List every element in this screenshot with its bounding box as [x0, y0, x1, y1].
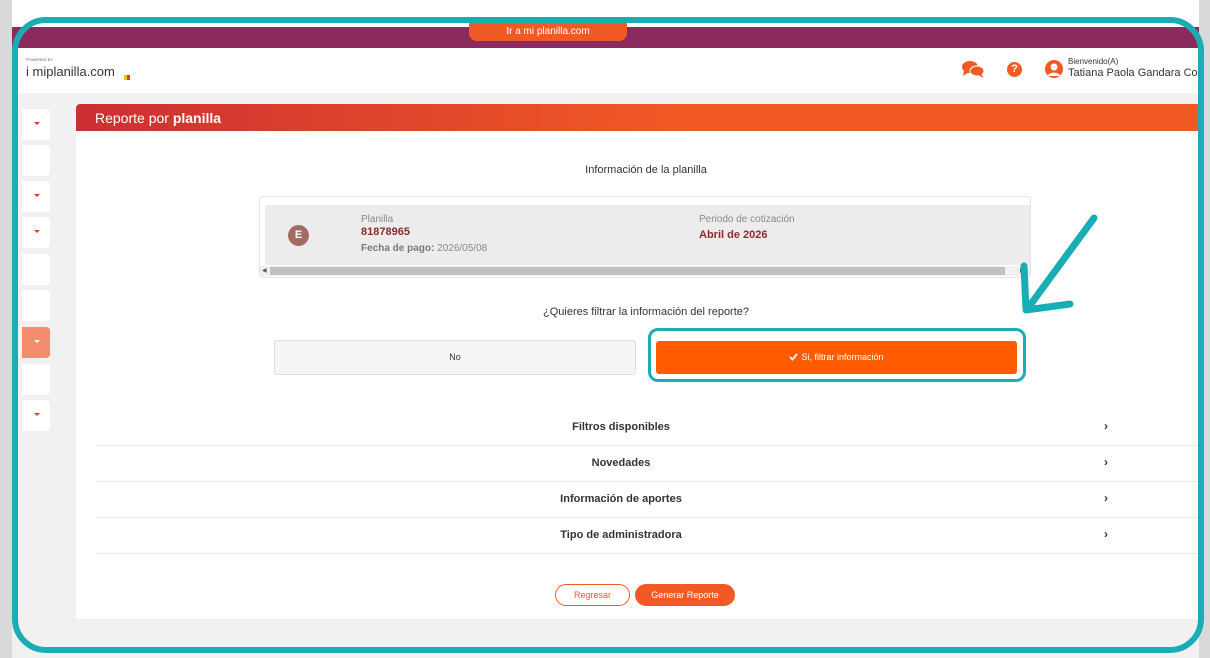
accordion-item-aportes[interactable]: Información de aportes › [96, 482, 1199, 518]
chevron-down-icon [34, 194, 40, 197]
planilla-label: Planilla [361, 214, 394, 225]
top-navbar: POWERED BY i miplanilla.com ? Bienvenido… [12, 48, 1199, 93]
promo-bar: Ir a mi planilla.com [12, 0, 1199, 48]
scroll-left-icon[interactable]: ◀ [262, 266, 267, 276]
status-badge: E [288, 225, 309, 246]
sidebar-item-4[interactable] [22, 217, 50, 248]
chat-icon[interactable] [961, 60, 985, 78]
highlight-box [648, 328, 1026, 382]
page-title-bold: planilla [172, 110, 222, 126]
report-panel: Reporte por planilla Información de la p… [76, 104, 1199, 619]
sidebar-item-9[interactable] [22, 400, 50, 431]
accordion-label: Tipo de administradora [560, 529, 682, 541]
sidebar-item-3[interactable] [22, 181, 50, 212]
sidebar-item-6[interactable] [22, 290, 50, 321]
periodo-label: Periodo de cotización [699, 214, 795, 225]
accordion-label: Novedades [591, 457, 651, 469]
logo[interactable]: i miplanilla.com [26, 64, 115, 79]
chevron-down-icon [34, 413, 40, 416]
accordion-item-filtros[interactable]: Filtros disponibles › [96, 410, 1199, 446]
planilla-info-row: E Planilla 81878965 Fecha de pago: 2026/… [265, 205, 1030, 265]
sidebar-item-7[interactable] [22, 327, 50, 358]
welcome-label: Bienvenido(A) [1068, 57, 1119, 66]
chevron-right-icon: › [1104, 491, 1108, 505]
fecha-pago-label: Fecha de pago: [361, 243, 435, 254]
horizontal-scrollbar[interactable]: ◀ ▶ [260, 266, 1030, 276]
fecha-pago-value: 2026/05/08 [437, 243, 488, 254]
chevron-down-icon [34, 230, 40, 233]
accordion-label: Información de aportes [560, 493, 682, 505]
planilla-value: 81878965 [361, 226, 410, 238]
accordion-label: Filtros disponibles [572, 421, 670, 433]
no-filter-button[interactable]: No [274, 340, 636, 375]
info-section-title: Información de la planilla [585, 164, 707, 176]
sidebar-item-8[interactable] [22, 364, 50, 395]
scrollbar-thumb[interactable] [270, 267, 1005, 275]
pointer-arrow-icon [1020, 214, 1098, 314]
fecha-pago: Fecha de pago: 2026/05/08 [361, 243, 487, 254]
accordion-item-administradora[interactable]: Tipo de administradora › [96, 518, 1199, 554]
user-name[interactable]: Tatiana Paola Gandara Contr [1068, 67, 1199, 79]
sidebar-item-2[interactable] [22, 145, 50, 176]
chevron-right-icon: › [1104, 527, 1108, 541]
sidebar-item-1[interactable] [22, 109, 50, 140]
chevron-right-icon: › [1104, 455, 1108, 469]
back-button[interactable]: Regresar [555, 584, 630, 606]
generate-report-button[interactable]: Generar Reporte [635, 584, 735, 606]
accordion-item-novedades[interactable]: Novedades › [96, 446, 1199, 482]
chevron-right-icon: › [1104, 419, 1108, 433]
promo-button[interactable]: Ir a mi planilla.com [469, 22, 627, 41]
chevron-down-icon [34, 340, 40, 343]
powered-by-label: POWERED BY [26, 57, 54, 62]
periodo-value: Abril de 2026 [699, 229, 768, 241]
help-icon[interactable]: ? [1007, 62, 1022, 77]
planilla-info-card: E Planilla 81878965 Fecha de pago: 2026/… [259, 196, 1031, 278]
chevron-down-icon [34, 122, 40, 125]
sidebar-item-5[interactable] [22, 254, 50, 285]
panel-header: Reporte por planilla [76, 104, 1199, 131]
app-page: Ir a mi planilla.com POWERED BY i miplan… [12, 0, 1199, 658]
page-title: Reporte por planilla [95, 110, 221, 126]
page-title-prefix: Reporte por [95, 110, 173, 126]
flag-icon[interactable] [124, 67, 131, 80]
user-icon[interactable] [1045, 60, 1063, 78]
